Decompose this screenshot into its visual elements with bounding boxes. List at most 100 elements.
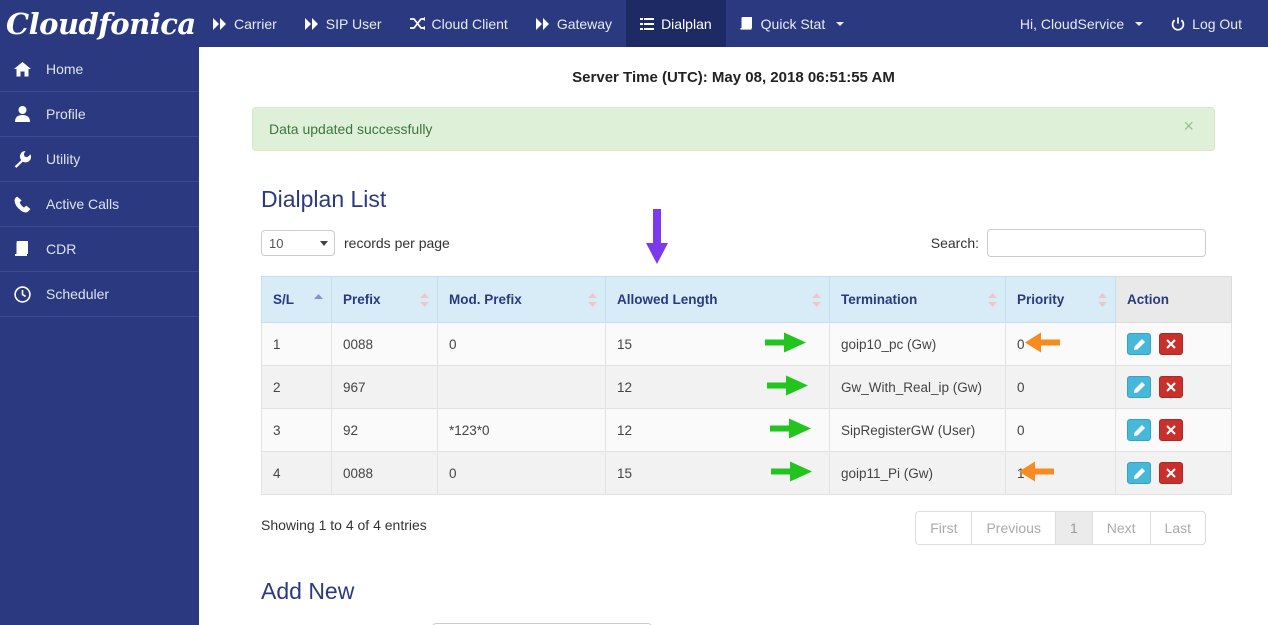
edit-button[interactable] — [1127, 419, 1151, 441]
column-label: Termination — [841, 292, 918, 307]
chevron-down-icon — [836, 21, 845, 26]
list-icon — [640, 17, 655, 30]
cell-prefix: 0088 — [331, 451, 438, 495]
annotation-right-arrow-icon — [765, 332, 807, 357]
pagination-page-1[interactable]: 1 — [1054, 511, 1092, 545]
sort-both-icon — [420, 292, 429, 308]
annotation-right-arrow-icon — [770, 418, 812, 443]
column-label: Priority — [1017, 292, 1065, 307]
book-icon — [740, 17, 754, 30]
dialplan-table: S/L Prefix Mod. Prefix Allowed Length Te… — [261, 276, 1232, 495]
sidebar-item-home[interactable]: Home — [0, 47, 199, 92]
pagination-next[interactable]: Next — [1091, 511, 1150, 545]
nav-item-quick-stat[interactable]: Quick Stat — [726, 0, 859, 47]
nav-item-gateway[interactable]: Gateway — [522, 0, 626, 47]
sort-both-icon — [988, 292, 997, 308]
sidebar-item-label: Utility — [46, 151, 81, 167]
sidebar-item-label: Home — [46, 61, 84, 77]
cell-mod-prefix: 0 — [437, 322, 606, 366]
sort-both-icon — [812, 292, 821, 308]
pagination-last[interactable]: Last — [1149, 511, 1206, 545]
logout-button[interactable]: Log Out — [1157, 0, 1256, 47]
close-icon[interactable]: × — [1177, 116, 1200, 136]
delete-button[interactable] — [1158, 462, 1183, 484]
search-label: Search: — [930, 235, 979, 251]
nav-item-label: Carrier — [234, 15, 277, 32]
brand-logo[interactable]: Cloudfonica — [0, 0, 199, 47]
nav-item-carrier[interactable]: Carrier — [199, 0, 291, 47]
table-row: 3 92 *123*0 12 SipRegisterGW (User) 0 — [261, 408, 1232, 452]
cell-termination: SipRegisterGW (User) — [829, 408, 1006, 452]
top-navbar: Cloudfonica Carrier SIP User Cloud Clien… — [0, 0, 1268, 47]
edit-button[interactable] — [1127, 333, 1151, 355]
column-label: Prefix — [343, 292, 381, 307]
column-label: Allowed Length — [617, 292, 718, 307]
cell-prefix: 92 — [331, 408, 438, 452]
cell-value: 12 — [617, 422, 633, 438]
nav-item-sip-user[interactable]: SIP User — [291, 0, 396, 47]
cell-prefix: 967 — [331, 365, 438, 409]
navbar-primary-links: Carrier SIP User Cloud Client Gateway Di… — [199, 0, 858, 47]
cell-sl: 1 — [261, 322, 332, 366]
user-menu[interactable]: Hi, CloudService — [1006, 0, 1157, 47]
column-header-termination[interactable]: Termination — [829, 276, 1006, 323]
page-title: Dialplan List — [261, 186, 387, 212]
cell-mod-prefix — [437, 365, 606, 409]
sidebar-item-cdr[interactable]: CDR — [0, 227, 199, 272]
sort-both-icon — [588, 292, 597, 308]
sidebar-item-profile[interactable]: Profile — [0, 92, 199, 137]
column-header-prefix[interactable]: Prefix — [331, 276, 438, 323]
cell-termination: goip11_Pi (Gw) — [829, 451, 1006, 495]
column-header-priority[interactable]: Priority — [1005, 276, 1116, 323]
nav-item-label: Gateway — [556, 15, 613, 32]
cell-allowed-length: 12 — [605, 365, 830, 409]
cell-priority: 1 — [1005, 451, 1116, 495]
annotation-down-arrow-icon — [644, 209, 668, 264]
cell-mod-prefix: 0 — [437, 451, 606, 495]
sidebar-item-label: Scheduler — [46, 286, 110, 302]
nav-item-cloud-client[interactable]: Cloud Client — [396, 0, 522, 47]
sidebar-item-scheduler[interactable]: Scheduler — [0, 272, 199, 317]
main-content: Server Time (UTC): May 08, 2018 06:51:55… — [199, 47, 1268, 625]
navbar-secondary-links: Hi, CloudService Log Out — [1006, 0, 1268, 47]
chevron-down-icon — [1135, 21, 1144, 26]
server-time: Server Time (UTC): May 08, 2018 06:51:55… — [572, 69, 895, 86]
delete-button[interactable] — [1158, 333, 1183, 355]
search-input[interactable] — [987, 229, 1206, 257]
alert-message: Data updated successfully — [269, 121, 433, 137]
annotation-right-arrow-icon — [767, 375, 809, 400]
table-row: 4 0088 0 15 goip11_Pi (Gw) 1 — [261, 451, 1232, 495]
edit-button[interactable] — [1127, 376, 1151, 398]
cell-allowed-length: 15 — [605, 451, 830, 495]
delete-button[interactable] — [1158, 419, 1183, 441]
page-length-select[interactable]: 10 — [261, 230, 335, 256]
cell-allowed-length: 12 — [605, 408, 830, 452]
column-header-mod-prefix[interactable]: Mod. Prefix — [437, 276, 606, 323]
cell-value: 15 — [617, 465, 633, 481]
column-header-sl[interactable]: S/L — [261, 276, 332, 323]
cell-priority: 0 — [1005, 365, 1116, 409]
cell-action — [1115, 322, 1232, 366]
sidebar-item-utility[interactable]: Utility — [0, 137, 199, 182]
sidebar-item-label: Active Calls — [46, 196, 120, 212]
delete-button[interactable] — [1158, 376, 1183, 398]
column-label: S/L — [273, 292, 295, 307]
edit-button[interactable] — [1127, 462, 1151, 484]
nav-item-dialplan[interactable]: Dialplan — [626, 0, 726, 47]
shuffle-icon — [409, 17, 425, 30]
column-header-allowed-length[interactable]: Allowed Length — [605, 276, 830, 323]
annotation-left-arrow-icon — [1019, 461, 1055, 486]
sidebar-item-label: CDR — [46, 241, 77, 257]
annotation-left-arrow-icon — [1025, 332, 1061, 357]
cell-termination: goip10_pc (Gw) — [829, 322, 1006, 366]
book-icon — [12, 241, 32, 257]
column-label: Mod. Prefix — [449, 292, 522, 307]
column-label: Action — [1127, 292, 1169, 307]
pagination-first[interactable]: First — [915, 511, 972, 545]
pagination: First Previous 1 Next Last — [915, 511, 1206, 545]
pagination-previous[interactable]: Previous — [971, 511, 1055, 545]
sidebar-item-active-calls[interactable]: Active Calls — [0, 182, 199, 227]
table-body: 1 0088 0 15 goip10_pc (Gw) 0 2 967 12 Gw… — [261, 322, 1232, 495]
page-length-wrapper: 10 — [261, 230, 335, 256]
search-box: Search: — [931, 229, 1206, 257]
